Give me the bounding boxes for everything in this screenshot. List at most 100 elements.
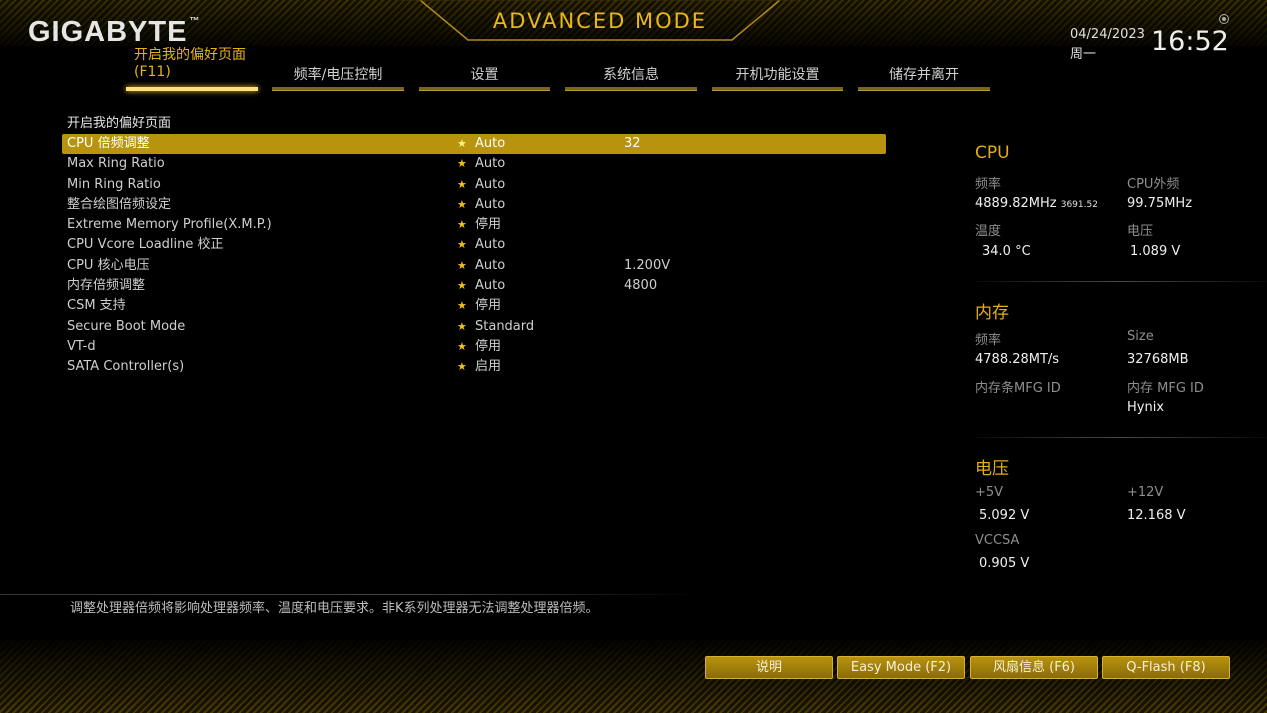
voltage-section-title: 电压 — [975, 459, 1009, 479]
setting-row-sata-controller[interactable]: SATA Controller(s) ★ 启用 — [62, 357, 886, 377]
cpu-bclk-label: CPU外频 — [1127, 177, 1180, 192]
tab-underline — [272, 87, 404, 91]
memory-size-value: 32768MB — [1127, 352, 1189, 367]
easy-mode-button[interactable]: Easy Mode (F2) — [837, 656, 965, 679]
tab-system-info-label: 系统信息 — [603, 67, 659, 83]
setting-value[interactable]: 启用 — [475, 357, 501, 377]
setting-name: CSM 支持 — [67, 298, 126, 314]
favorite-star-icon: ★ — [457, 339, 467, 353]
tab-active-underline — [126, 87, 258, 91]
tab-settings-label: 设置 — [470, 67, 499, 83]
tab-settings[interactable]: 设置 — [419, 55, 550, 91]
cpu-temp-label: 温度 — [975, 224, 1002, 239]
setting-row-csm[interactable]: CSM 支持 ★ 停用 — [62, 296, 886, 316]
voltage-12v-value: 12.168 V — [1127, 508, 1186, 523]
memory-mfg-label: 内存 MFG ID — [1127, 381, 1204, 396]
setting-row-cpu-ratio[interactable]: CPU 倍频调整 ★ Auto 32 — [62, 134, 886, 155]
favorite-star-icon: ★ — [457, 137, 467, 150]
tab-boot-label: 开机功能设置 — [735, 67, 820, 83]
voltage-5v-label: +5V — [975, 485, 1004, 500]
section-divider — [975, 281, 1267, 282]
cpu-volt-label: 电压 — [1127, 224, 1154, 239]
favorite-star-icon: ★ — [457, 197, 467, 211]
mode-title: ADVANCED MODE — [492, 9, 708, 33]
memory-section-title: 内存 — [975, 303, 1009, 323]
tab-favorites[interactable]: 开启我的偏好页面 (F11) — [126, 47, 258, 91]
setting-value[interactable]: Auto — [475, 134, 505, 154]
clock-display: 16:52 — [1151, 26, 1229, 57]
setting-value[interactable]: 停用 — [475, 215, 501, 235]
setting-current-value: 32 — [624, 136, 641, 151]
setting-name: SATA Controller(s) — [67, 359, 185, 375]
setting-value[interactable]: Auto — [475, 175, 505, 195]
setting-current-value: 1.200V — [624, 257, 671, 273]
setting-name: Min Ring Ratio — [67, 176, 161, 192]
setting-current-value: 4800 — [624, 278, 658, 294]
memory-size-label: Size — [1127, 329, 1154, 344]
tab-underline — [858, 87, 990, 91]
setting-name: CPU 核心电压 — [67, 257, 150, 273]
setting-row-igpu-ratio[interactable]: 整合绘图倍频设定 ★ Auto — [62, 195, 886, 215]
setting-value[interactable]: Auto — [475, 256, 505, 276]
setting-row-xmp[interactable]: Extreme Memory Profile(X.M.P.) ★ 停用 — [62, 215, 886, 235]
fan-info-button[interactable]: 风扇信息 (F6) — [970, 656, 1098, 679]
setting-name: VT-d — [67, 338, 96, 354]
favorite-star-icon: ★ — [457, 157, 467, 171]
tab-underline — [712, 87, 843, 91]
setting-name: Secure Boot Mode — [67, 318, 186, 334]
tab-freq-voltage[interactable]: 频率/电压控制 — [272, 55, 404, 91]
help-description: 调整处理器倍频将影响处理器频率、温度和电压要求。非K系列处理器无法调整处理器倍频… — [70, 601, 599, 616]
setting-row-memory-ratio[interactable]: 内存倍频调整 ★ Auto 4800 — [62, 276, 886, 296]
section-divider — [975, 437, 1267, 438]
page-title: 开启我的偏好页面 — [67, 116, 172, 131]
tab-boot[interactable]: 开机功能设置 — [712, 55, 843, 91]
setting-value[interactable]: Auto — [475, 276, 505, 296]
favorite-star-icon: ★ — [457, 319, 467, 333]
setting-value[interactable]: Auto — [475, 195, 505, 215]
help-button[interactable]: 说明 — [705, 656, 833, 679]
tab-system-info[interactable]: 系统信息 — [565, 55, 697, 91]
setting-name: CPU 倍频调整 — [67, 136, 150, 151]
settings-list: CPU 倍频调整 ★ Auto 32 Max Ring Ratio ★ Auto… — [62, 134, 886, 378]
favorite-star-icon: ★ — [457, 299, 467, 313]
setting-row-cpu-vcore[interactable]: CPU 核心电压 ★ Auto 1.200V — [62, 256, 886, 276]
gigabyte-logo: GIGABYTE ™ — [28, 16, 201, 48]
memory-stick-mfg-label: 内存条MFG ID — [975, 381, 1061, 396]
favorite-star-icon: ★ — [457, 177, 467, 191]
favorite-star-icon: ★ — [457, 258, 467, 272]
q-flash-button[interactable]: Q-Flash (F8) — [1102, 656, 1230, 679]
setting-row-min-ring-ratio[interactable]: Min Ring Ratio ★ Auto — [62, 175, 886, 195]
setting-name: 内存倍频调整 — [67, 278, 146, 294]
tab-save-exit[interactable]: 储存并离开 — [858, 55, 990, 91]
weekday-display: 周一 — [1070, 47, 1097, 62]
memory-freq-value: 4788.28MT/s — [975, 352, 1060, 367]
memory-freq-label: 频率 — [975, 333, 1002, 348]
setting-value[interactable]: Standard — [475, 317, 534, 337]
setting-name: Max Ring Ratio — [67, 156, 165, 172]
cpu-section-title: CPU — [975, 143, 1010, 163]
cpu-freq-label: 频率 — [975, 177, 1002, 192]
setting-value[interactable]: 停用 — [475, 296, 501, 316]
setting-row-vt-d[interactable]: VT-d ★ 停用 — [62, 337, 886, 357]
setting-row-secure-boot[interactable]: Secure Boot Mode ★ Standard — [62, 317, 886, 337]
setting-row-vcore-loadline[interactable]: CPU Vcore Loadline 校正 ★ Auto — [62, 235, 886, 255]
setting-value[interactable]: Auto — [475, 235, 505, 255]
favorite-star-icon: ★ — [457, 279, 467, 293]
memory-mfg-value: Hynix — [1127, 400, 1165, 415]
setting-row-max-ring-ratio[interactable]: Max Ring Ratio ★ Auto — [62, 154, 886, 174]
date-display: 04/24/2023 — [1070, 27, 1145, 42]
cpu-volt-value: 1.089 V — [1130, 244, 1181, 259]
description-divider — [0, 594, 700, 595]
setting-value[interactable]: 停用 — [475, 337, 501, 357]
setting-value[interactable]: Auto — [475, 154, 505, 174]
tab-favorites-label: 开启我的偏好页面 — [134, 47, 246, 63]
cpu-temp-value: 34.0 °C — [982, 244, 1031, 259]
cpu-freq-value: 4889.82MHz 3691.52 — [975, 196, 1098, 211]
tab-save-exit-label: 储存并离开 — [889, 67, 959, 83]
voltage-12v-label: +12V — [1127, 485, 1164, 500]
tab-underline — [565, 87, 697, 91]
cpu-bclk-value: 99.75MHz — [1127, 196, 1193, 211]
favorite-star-icon: ★ — [457, 238, 467, 252]
favorite-star-icon: ★ — [457, 360, 467, 374]
status-indicator-icon — [1219, 14, 1229, 24]
